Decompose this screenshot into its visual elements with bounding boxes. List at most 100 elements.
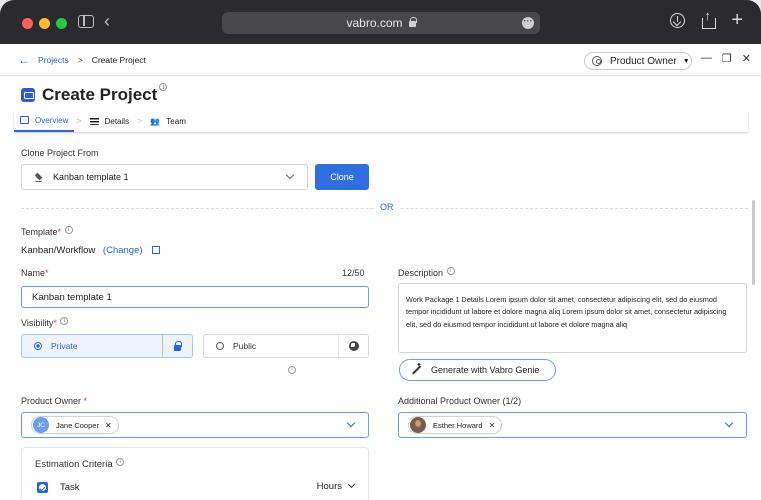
avatar: JC: [33, 417, 49, 433]
traffic-lights: [22, 18, 67, 29]
change-template-link[interactable]: (Change): [103, 245, 143, 256]
or-text: OR: [374, 202, 400, 212]
chevron-down-icon: [347, 480, 356, 489]
info-icon[interactable]: i: [116, 458, 125, 466]
info-icon[interactable]: i: [64, 226, 73, 234]
visibility-label: Visibility* i: [21, 317, 69, 329]
template-label: Template* i: [21, 226, 73, 238]
chip-name: Esther Howard: [433, 420, 483, 430]
task-label: Task: [60, 482, 80, 493]
minimize-window-button[interactable]: [39, 18, 50, 29]
close-icon[interactable]: ✕: [742, 52, 751, 65]
stepper: Overview > Details > 👥 Team: [14, 110, 748, 132]
scrollbar[interactable]: [752, 200, 755, 285]
sidebar-toggle-icon[interactable]: [78, 15, 94, 28]
unit-value: Hours: [316, 481, 342, 492]
tab-label: Overview: [35, 115, 69, 125]
page-title: Create Project: [42, 85, 158, 104]
info-icon[interactable]: i: [288, 366, 296, 374]
lock-icon: [408, 17, 417, 27]
chip-name: Jane Cooper: [56, 420, 99, 430]
lock-side: [162, 335, 192, 357]
share-icon[interactable]: [701, 8, 717, 29]
template-name: Kanban/Workflow: [21, 245, 96, 256]
globe-side: [338, 335, 368, 357]
back-arrow-icon[interactable]: ←: [18, 53, 30, 67]
required-mark: *: [45, 268, 49, 278]
back-arrow-icon[interactable]: ‹: [104, 12, 110, 30]
tab-team[interactable]: 👥 Team: [144, 110, 192, 132]
additional-owner-select[interactable]: Esther Howard ✕: [398, 412, 747, 438]
tab-details[interactable]: Details: [84, 110, 135, 132]
user-icon: [592, 56, 602, 66]
info-icon[interactable]: i: [446, 267, 455, 275]
minimize-icon[interactable]: —: [701, 52, 712, 65]
private-label: Private: [51, 341, 78, 351]
tab-overview[interactable]: Overview: [14, 110, 75, 132]
remove-chip-icon[interactable]: ✕: [489, 421, 496, 430]
product-owner-label-text: Product Owner: [21, 396, 82, 406]
template-value: Kanban/Workflow (Change): [21, 245, 161, 256]
generate-genie-button[interactable]: Generate with Vabro Genie: [399, 359, 556, 381]
restore-icon[interactable]: ❐: [722, 52, 732, 65]
required-mark: *: [53, 318, 57, 328]
details-list-icon: [89, 117, 99, 125]
info-icon[interactable]: i: [60, 317, 69, 325]
remove-chip-icon[interactable]: ✕: [105, 421, 112, 430]
visibility-public-option[interactable]: Public: [203, 334, 369, 358]
overview-icon: [20, 116, 29, 124]
clone-label: Clone Project From: [21, 148, 99, 158]
name-label: Name*: [21, 268, 49, 278]
description-textarea[interactable]: Work Package 1 Details Lorem ipsum dolor…: [398, 283, 747, 353]
step-separator-icon: >: [137, 116, 143, 126]
layers-icon: [34, 173, 45, 182]
description-label: Description i: [398, 267, 455, 279]
zoom-window-button[interactable]: [56, 18, 67, 29]
additional-owner-label: Additional Product Owner (1/2): [398, 396, 522, 406]
clone-button[interactable]: Clone: [315, 164, 369, 190]
magic-wand-icon: [410, 361, 422, 376]
address-bar[interactable]: vabro.com ···: [222, 12, 540, 34]
user-chip: JC Jane Cooper ✕: [31, 416, 119, 434]
public-label: Public: [233, 341, 257, 351]
download-icon[interactable]: [670, 13, 686, 28]
browser-toolbar: ‹ vabro.com ··· +: [0, 0, 761, 44]
estimation-title: Estimation Criteria i: [35, 458, 125, 470]
info-icon[interactable]: i: [159, 83, 168, 91]
close-window-button[interactable]: [22, 18, 33, 29]
team-icon: 👥: [150, 116, 161, 126]
role-label: Product Owner: [610, 55, 677, 67]
globe-icon: [348, 341, 359, 351]
visibility-private-option[interactable]: Private: [21, 334, 193, 358]
estimation-unit-select[interactable]: Hours: [316, 480, 356, 492]
name-label-text: Name: [21, 268, 46, 278]
page-title-row: Create Project i: [21, 83, 168, 105]
breadcrumb-projects[interactable]: Projects: [38, 55, 69, 65]
browser-window: ‹ vabro.com ··· + ← Projects > Create Pr…: [0, 0, 761, 500]
external-link-icon[interactable]: [152, 246, 161, 254]
clone-project-select[interactable]: Kanban template 1: [21, 164, 308, 190]
project-icon: [21, 88, 35, 102]
user-chip: Esther Howard ✕: [408, 416, 503, 434]
task-check-icon[interactable]: [37, 482, 48, 493]
clone-selected-value: Kanban template 1: [53, 172, 129, 182]
product-owner-select[interactable]: JC Jane Cooper ✕: [21, 412, 369, 438]
visibility-label-text: Visibility: [21, 318, 54, 328]
radio-unchecked-icon: [216, 342, 224, 350]
role-selector[interactable]: Product Owner ▼: [584, 52, 692, 70]
estimation-panel: Estimation Criteria i Task Hours: [21, 447, 369, 500]
tab-label: Team: [166, 116, 186, 126]
breadcrumb-current: Create Project: [91, 54, 147, 65]
more-options-icon[interactable]: ···: [522, 17, 534, 29]
app-header: ← Projects > Create Project Product Owne…: [0, 44, 761, 76]
new-tab-icon[interactable]: +: [731, 10, 743, 30]
chevron-down-icon: [724, 418, 734, 428]
lock-icon: [174, 341, 182, 351]
estimation-label-text: Estimation Criteria: [35, 459, 113, 470]
name-input[interactable]: Kanban template 1: [21, 286, 369, 308]
step-separator-icon: >: [76, 116, 82, 126]
url-text: vabro.com: [346, 16, 403, 30]
genie-label: Generate with Vabro Genie: [431, 365, 540, 375]
caret-down-icon: ▼: [682, 57, 690, 65]
tab-label: Details: [104, 116, 130, 126]
